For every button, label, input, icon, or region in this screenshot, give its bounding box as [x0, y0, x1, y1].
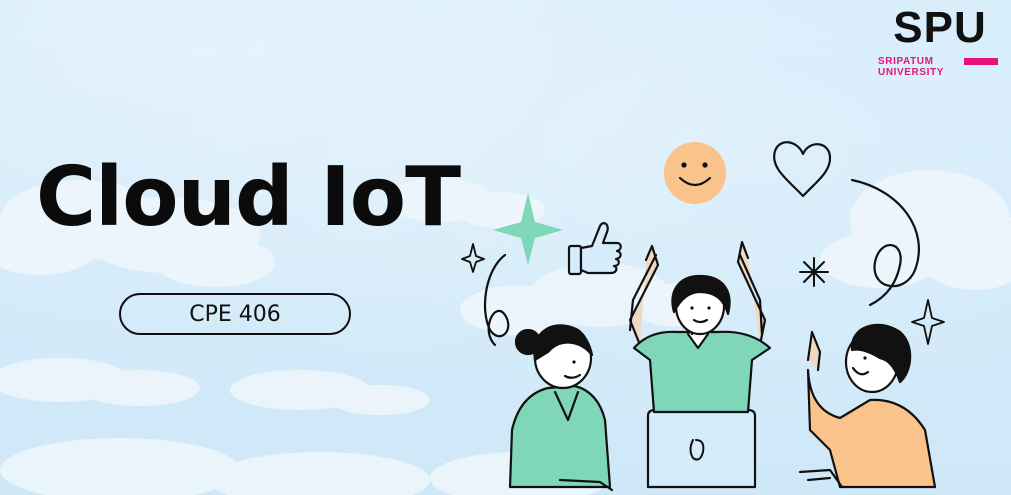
- laptop: [646, 408, 757, 489]
- swirl-doodle-left: [483, 253, 510, 347]
- logo-line-2: UNIVERSITY: [878, 67, 945, 78]
- logo-line-1: SRIPATUM: [878, 56, 934, 67]
- course-code-badge: CPE 406: [119, 293, 351, 335]
- logo-subtitle: SRIPATUM UNIVERSITY: [878, 56, 958, 78]
- course-code-label: CPE 406: [189, 301, 281, 327]
- slide-title: Cloud IoT: [36, 150, 461, 245]
- person-right: [798, 323, 937, 489]
- asterisk-icon: [799, 257, 829, 287]
- star-icon: [911, 299, 945, 345]
- heart-icon: [773, 141, 832, 198]
- swirl-doodle: [850, 178, 920, 307]
- person-center: [628, 240, 772, 414]
- logo-accent-bar: [964, 58, 998, 65]
- sparkle-icon: [493, 193, 563, 265]
- university-logo: SPU SRIPATUM UNIVERSITY: [878, 4, 1002, 82]
- smiley-icon: [664, 142, 726, 204]
- thumbs-up-icon: [567, 222, 622, 276]
- logo-wordmark: SPU: [893, 3, 987, 52]
- illustration: [461, 141, 945, 492]
- person-left: [508, 324, 614, 492]
- star-icon: [461, 243, 485, 273]
